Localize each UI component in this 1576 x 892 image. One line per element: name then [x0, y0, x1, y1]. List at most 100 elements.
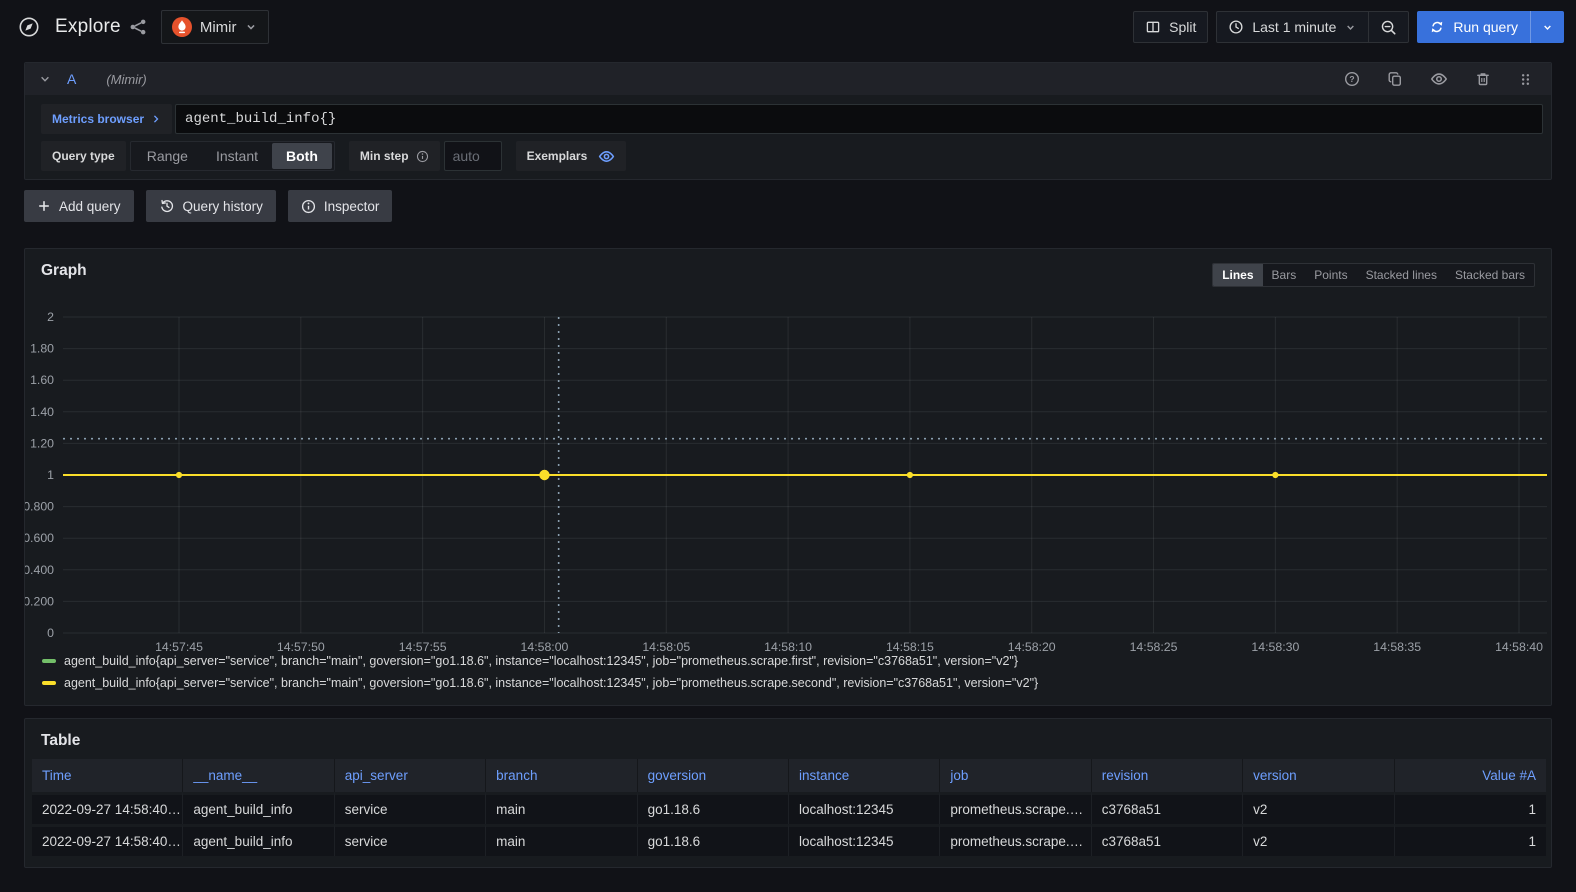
column-header-branch[interactable]: branch [486, 759, 637, 792]
chevron-right-icon [151, 114, 161, 124]
datasource-label: Mimir [200, 19, 237, 36]
y-axis-tick-label: 1.20 [30, 436, 54, 450]
graph-plot-area[interactable]: 21.801.601.401.2010.8000.6000.4000.20001… [25, 249, 1553, 707]
inspector-button[interactable]: Inspector [288, 190, 393, 222]
top-toolbar: Explore Mimir [0, 0, 1576, 54]
table-cell: v2 [1243, 792, 1394, 824]
remove-query-trash-icon[interactable] [1471, 67, 1495, 91]
split-label: Split [1169, 19, 1196, 35]
table-cell: main [486, 792, 637, 824]
y-axis-tick-label: 1.80 [30, 342, 54, 356]
graph-mode-stacked-bars[interactable]: Stacked bars [1446, 264, 1534, 286]
x-axis-tick-label: 14:58:15 [886, 640, 934, 654]
series-point [539, 470, 549, 480]
drag-handle-icon[interactable] [1514, 68, 1537, 91]
table-cell: v2 [1243, 824, 1394, 856]
column-header-value-a[interactable]: Value #A [1395, 759, 1546, 792]
column-header-api-server[interactable]: api_server [335, 759, 486, 792]
time-range-picker[interactable]: Last 1 minute [1217, 12, 1368, 42]
x-axis-tick-label: 14:58:30 [1251, 640, 1299, 654]
y-axis-tick-label: 0.400 [25, 563, 54, 577]
column-header-version[interactable]: version [1243, 759, 1394, 792]
hide-response-eye-icon[interactable] [1426, 66, 1452, 92]
legend-item[interactable]: agent_build_info{api_server="service", b… [42, 653, 1038, 669]
graph-mode-toggle: LinesBarsPointsStacked linesStacked bars [1212, 263, 1535, 287]
run-query-button[interactable]: Run query [1417, 11, 1564, 43]
explore-page: Explore Mimir [0, 0, 1576, 892]
x-axis-tick-label: 14:57:45 [155, 640, 203, 654]
column-header-goversion[interactable]: goversion [638, 759, 789, 792]
graph-panel: Graph LinesBarsPointsStacked linesStacke… [24, 248, 1552, 706]
column-header--name-[interactable]: __name__ [183, 759, 334, 792]
zoom-out-button[interactable] [1369, 12, 1408, 42]
table-cell: service [335, 824, 486, 856]
table-cell: c3768a51 [1092, 792, 1243, 824]
help-icon[interactable]: ? [1340, 67, 1364, 91]
query-row-header[interactable]: A (Mimir) ? [25, 63, 1551, 95]
collapse-chevron-icon[interactable] [39, 73, 51, 85]
column-header-job[interactable]: job [940, 759, 1091, 792]
page-title: Explore [55, 16, 121, 38]
add-query-button[interactable]: Add query [24, 190, 134, 222]
x-axis-tick-label: 14:57:55 [399, 640, 447, 654]
split-button[interactable]: Split [1133, 11, 1208, 43]
column-header-revision[interactable]: revision [1092, 759, 1243, 792]
time-picker-group: Last 1 minute [1216, 11, 1409, 43]
promql-query-input[interactable] [175, 104, 1543, 134]
graph-mode-points[interactable]: Points [1305, 264, 1356, 286]
query-type-label: Query type [41, 141, 126, 171]
x-axis-tick-label: 14:58:10 [764, 640, 812, 654]
x-axis-tick-label: 14:58:20 [1008, 640, 1056, 654]
min-step-input[interactable] [444, 141, 502, 171]
time-range-label: Last 1 minute [1252, 19, 1336, 35]
table-cell: agent_build_info [183, 824, 334, 856]
graph-mode-stacked-lines[interactable]: Stacked lines [1357, 264, 1446, 286]
table-cell: prometheus.scrape.… [940, 792, 1091, 824]
y-axis-tick-label: 2 [47, 310, 54, 324]
min-step-label-chip: Min step [349, 141, 440, 171]
x-axis-tick-label: 14:58:25 [1130, 640, 1178, 654]
datasource-picker[interactable]: Mimir [161, 10, 270, 44]
query-history-button[interactable]: Query history [146, 190, 276, 222]
query-type-range[interactable]: Range [133, 143, 202, 169]
prometheus-flame-icon [172, 17, 192, 37]
legend-item[interactable]: agent_build_info{api_server="service", b… [42, 675, 1038, 691]
exemplars-label: Exemplars [527, 149, 588, 163]
svg-text:?: ? [1349, 74, 1354, 84]
table-cell: 2022-09-27 14:58:40… [32, 792, 183, 824]
zoom-out-icon [1380, 19, 1397, 36]
run-query-dropdown[interactable] [1530, 11, 1564, 43]
y-axis-tick-label: 1.40 [30, 405, 54, 419]
min-step-label: Min step [360, 149, 409, 163]
query-type-both[interactable]: Both [272, 143, 332, 169]
clock-icon [1228, 19, 1244, 35]
duplicate-query-icon[interactable] [1383, 67, 1407, 91]
graph-mode-bars[interactable]: Bars [1263, 264, 1306, 286]
run-query-label: Run query [1453, 19, 1518, 35]
exemplars-eye-icon[interactable] [594, 148, 615, 165]
graph-legend: agent_build_info{api_server="service", b… [42, 653, 1038, 691]
table-cell: localhost:12345 [789, 824, 940, 856]
metrics-browser-button[interactable]: Metrics browser [41, 104, 172, 134]
graph-mode-lines[interactable]: Lines [1213, 264, 1262, 286]
legend-swatch-icon [42, 681, 56, 685]
table-row: 2022-09-27 14:58:40…agent_build_infoserv… [32, 792, 1546, 824]
query-type-instant[interactable]: Instant [202, 143, 272, 169]
x-axis-tick-label: 14:58:05 [642, 640, 690, 654]
series-point [1272, 472, 1278, 478]
y-axis-tick-label: 0.200 [25, 594, 54, 608]
column-header-time[interactable]: Time [32, 759, 183, 792]
table-cell: 2022-09-27 14:58:40… [32, 824, 183, 856]
share-icon[interactable] [125, 14, 151, 40]
split-icon [1145, 19, 1161, 35]
inspector-label: Inspector [324, 199, 380, 214]
y-axis-tick-label: 0 [47, 626, 54, 640]
exemplars-toggle-chip: Exemplars [516, 141, 627, 171]
series-point [176, 472, 182, 478]
legend-label: agent_build_info{api_server="service", b… [64, 676, 1038, 690]
explore-actions: Add query Query history Inspector [24, 190, 392, 222]
history-icon [159, 198, 175, 214]
x-axis-tick-label: 14:58:35 [1373, 640, 1421, 654]
table-cell: go1.18.6 [638, 792, 789, 824]
column-header-instance[interactable]: instance [789, 759, 940, 792]
